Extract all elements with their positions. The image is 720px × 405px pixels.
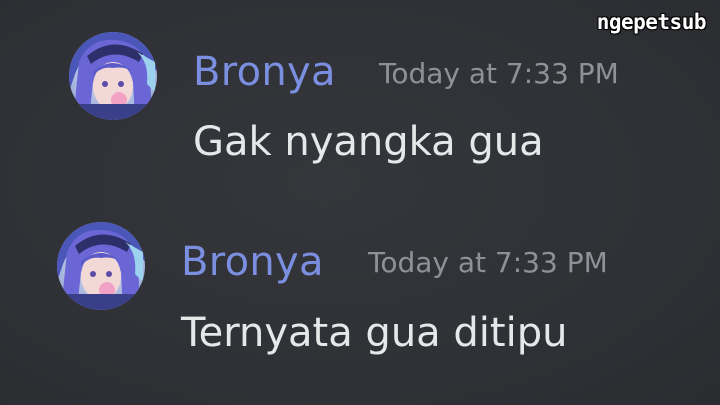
message-author[interactable]: Bronya: [181, 242, 324, 282]
message-text: Gak nyangka gua: [193, 119, 544, 165]
anime-character-avatar-icon: [57, 222, 145, 310]
message-text: Ternyata gua ditipu: [181, 310, 568, 356]
avatar[interactable]: [57, 222, 145, 310]
chat-screenshot: ngepetsub Bronya Today at 7:33 PM Gak ny…: [0, 0, 720, 405]
avatar[interactable]: [69, 32, 157, 120]
chat-message: Bronya Today at 7:33 PM Gak nyangka gua: [0, 0, 720, 200]
message-timestamp: Today at 7:33 PM: [368, 246, 608, 279]
anime-character-avatar-icon: [69, 32, 157, 120]
message-timestamp: Today at 7:33 PM: [379, 57, 619, 90]
chat-message: Bronya Today at 7:33 PM Ternyata gua dit…: [0, 200, 720, 405]
message-author[interactable]: Bronya: [193, 52, 336, 92]
